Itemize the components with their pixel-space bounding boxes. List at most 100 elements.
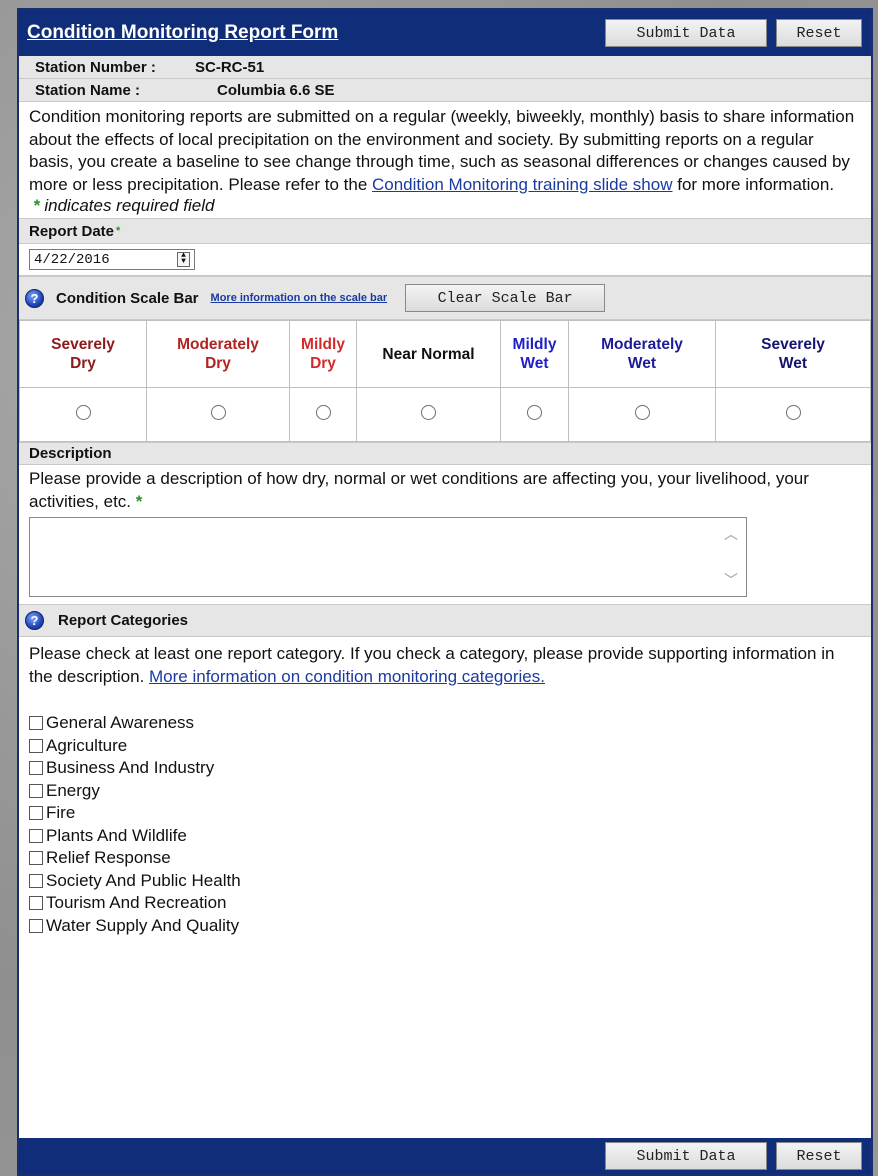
report-date-input[interactable]: 4/22/2016 ▲ ▼ xyxy=(29,249,195,270)
description-prompt: Please provide a description of how dry,… xyxy=(29,469,809,511)
form-title-link[interactable]: Condition Monitoring Report Form xyxy=(27,22,338,44)
intro-text: Condition monitoring reports are submitt… xyxy=(19,102,871,196)
category-label: Energy xyxy=(46,780,100,800)
category-checkbox[interactable] xyxy=(29,896,43,911)
station-name-value: Columbia 6.6 SE xyxy=(217,81,335,99)
description-required-star: * xyxy=(135,491,143,511)
category-item[interactable]: Plants And Wildlife xyxy=(29,825,871,848)
station-number-row: Station Number : SC-RC-51 xyxy=(19,56,871,79)
scroll-down-icon[interactable]: ﹀ xyxy=(724,570,738,590)
report-categories-header: ? Report Categories xyxy=(19,604,871,637)
station-name-row: Station Name : Columbia 6.6 SE xyxy=(19,79,871,102)
description-header: Description xyxy=(19,442,871,465)
footer-reset-button[interactable]: Reset xyxy=(776,1142,862,1170)
scale-option-label: Moderately Wet xyxy=(568,320,716,388)
report-date-label: Report Date xyxy=(29,222,115,240)
category-label: Society And Public Health xyxy=(46,870,241,890)
required-field-note: * indicates required field xyxy=(19,196,871,218)
scale-bar-info-link[interactable]: More information on the scale bar xyxy=(211,292,388,304)
severely-dry-radio[interactable] xyxy=(75,404,91,420)
category-item[interactable]: Tourism And Recreation xyxy=(29,892,871,915)
scroll-up-icon[interactable]: ︿ xyxy=(724,524,738,544)
category-checkbox[interactable] xyxy=(29,783,43,798)
mildly-dry-radio[interactable] xyxy=(315,404,331,420)
category-item[interactable]: Water Supply And Quality xyxy=(29,915,871,938)
intro-suffix: for more information. xyxy=(672,174,835,194)
category-label: Tourism And Recreation xyxy=(46,893,227,913)
category-item[interactable]: Society And Public Health xyxy=(29,870,871,893)
description-label: Description xyxy=(29,445,112,462)
category-label: Agriculture xyxy=(46,735,128,755)
report-date-header: Report Date * xyxy=(19,218,871,244)
category-list: General Awareness Agriculture Business A… xyxy=(19,712,871,937)
required-star: * xyxy=(33,196,40,215)
scale-labels-row: Severely Dry Moderately Dry Mildly Dry Near… xyxy=(19,320,871,388)
scale-option-label: Mildly Dry xyxy=(289,320,357,388)
description-prompt-block: Please provide a description of how dry,… xyxy=(19,465,871,517)
scale-radio-cell xyxy=(568,387,716,442)
required-note-text: indicates required field xyxy=(44,196,215,215)
category-checkbox[interactable] xyxy=(29,806,43,821)
near-normal-radio[interactable] xyxy=(421,404,436,420)
scale-option-label: Moderately Dry xyxy=(146,320,290,388)
report-date-value: 4/22/2016 xyxy=(34,251,110,268)
condition-scale-table: Severely Dry Moderately Dry Mildly Dry Near… xyxy=(19,320,871,442)
severely-wet-radio[interactable] xyxy=(785,404,801,420)
help-icon[interactable]: ? xyxy=(25,611,44,630)
category-checkbox[interactable] xyxy=(29,851,43,866)
report-date-required-star: * xyxy=(116,225,121,237)
training-slide-show-link[interactable]: Condition Monitoring training slide show xyxy=(372,175,673,194)
category-item[interactable]: Fire xyxy=(29,802,871,825)
categories-text: Please check at least one report categor… xyxy=(19,637,871,688)
submit-data-button[interactable]: Submit Data xyxy=(605,19,767,47)
scale-radio-cell xyxy=(356,387,501,442)
station-number-value: SC-RC-51 xyxy=(195,58,265,76)
form-footer: Submit Data Reset xyxy=(19,1138,871,1174)
date-spinner-icon[interactable]: ▲ ▼ xyxy=(177,252,190,267)
scale-option-label: Severely Wet xyxy=(715,320,871,388)
categories-info-link[interactable]: More information on condition monitoring… xyxy=(149,667,545,686)
category-item[interactable]: General Awareness xyxy=(29,712,871,735)
scale-option-label: Near Normal xyxy=(356,320,501,388)
category-label: Business And Industry xyxy=(46,758,215,778)
scale-option-label: Mildly Wet xyxy=(500,320,569,388)
category-checkbox[interactable] xyxy=(29,873,43,888)
moderately-wet-radio[interactable] xyxy=(634,404,650,420)
reset-button[interactable]: Reset xyxy=(776,19,862,47)
category-checkbox[interactable] xyxy=(29,761,43,776)
scale-radio-cell xyxy=(715,387,871,442)
scale-option-label: Severely Dry xyxy=(19,320,147,388)
category-item[interactable]: Business And Industry xyxy=(29,757,871,780)
scale-radio-cell xyxy=(500,387,569,442)
station-name-label: Station Name : xyxy=(35,81,141,99)
mildly-wet-radio[interactable] xyxy=(527,404,542,420)
category-item[interactable]: Agriculture xyxy=(29,735,871,758)
category-checkbox[interactable] xyxy=(29,828,43,843)
condition-monitoring-form: Condition Monitoring Report Form Submit … xyxy=(17,8,873,1176)
category-checkbox[interactable] xyxy=(29,918,43,933)
report-categories-title: Report Categories xyxy=(58,612,189,629)
station-number-label: Station Number : xyxy=(35,58,156,76)
scale-bar-title: Condition Scale Bar xyxy=(56,289,199,307)
scale-radio-cell xyxy=(19,387,147,442)
category-label: Fire xyxy=(46,803,76,823)
description-textarea[interactable]: ︿ ﹀ xyxy=(29,517,747,597)
category-label: Plants And Wildlife xyxy=(46,825,187,845)
category-label: General Awareness xyxy=(46,713,195,733)
help-icon[interactable]: ? xyxy=(25,288,44,308)
moderately-dry-radio[interactable] xyxy=(210,404,226,420)
form-header: Condition Monitoring Report Form Submit … xyxy=(19,10,871,56)
category-checkbox[interactable] xyxy=(29,716,43,731)
report-date-row: 4/22/2016 ▲ ▼ xyxy=(19,244,871,276)
category-item[interactable]: Relief Response xyxy=(29,847,871,870)
clear-scale-bar-button[interactable]: Clear Scale Bar xyxy=(405,284,606,312)
category-label: Relief Response xyxy=(46,848,171,868)
scale-radios-row xyxy=(19,387,871,442)
category-item[interactable]: Energy xyxy=(29,780,871,803)
scale-bar-header: ? Condition Scale Bar More information o… xyxy=(19,276,871,320)
scale-radio-cell xyxy=(146,387,290,442)
category-checkbox[interactable] xyxy=(29,738,43,753)
category-label: Water Supply And Quality xyxy=(46,915,240,935)
scale-radio-cell xyxy=(289,387,357,442)
footer-submit-data-button[interactable]: Submit Data xyxy=(605,1142,767,1170)
